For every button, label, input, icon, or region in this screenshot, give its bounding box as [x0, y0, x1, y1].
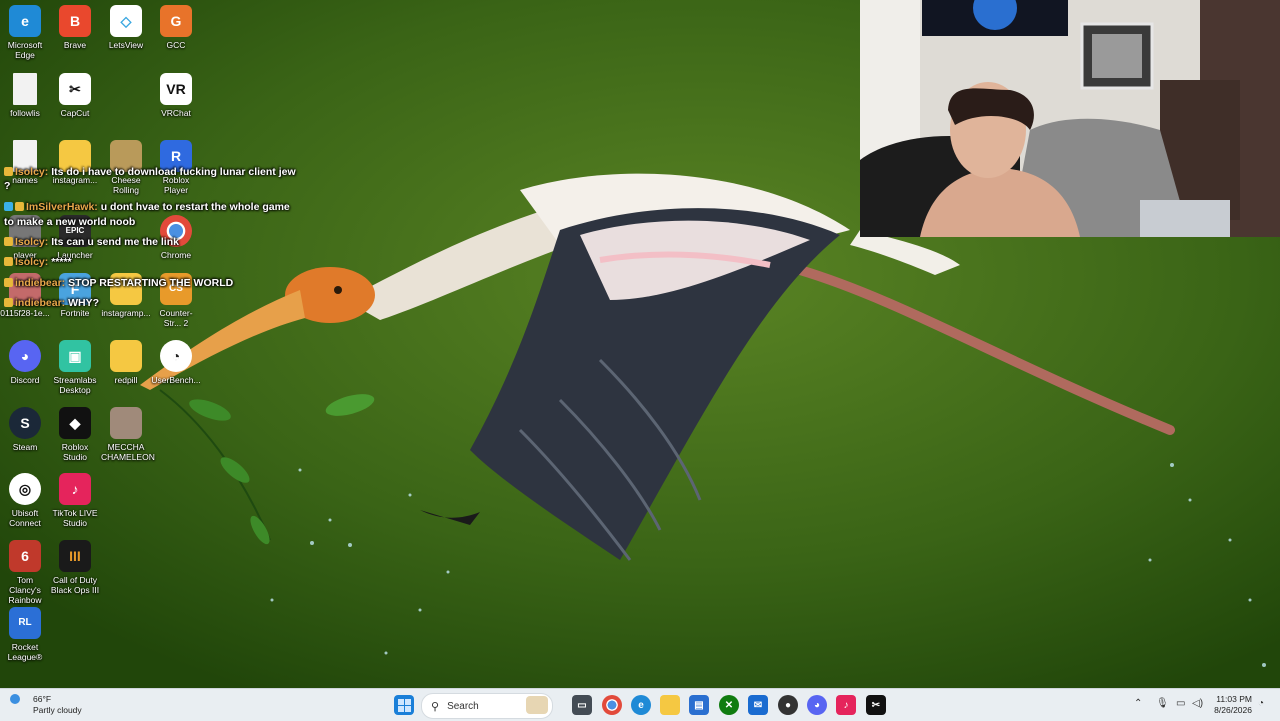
- text-file-icon: [13, 73, 37, 105]
- task-view-button[interactable]: ▭: [572, 695, 592, 715]
- weather-icon: [10, 694, 20, 704]
- chat-message-cont: ?: [4, 180, 11, 192]
- desktop-icon-brave[interactable]: B Brave: [50, 0, 100, 50]
- capcut-icon: ✂: [59, 73, 91, 105]
- desktop-icon-streamlabs[interactable]: ▣ Streamlabs Desktop: [50, 335, 100, 395]
- moderator-badge-icon: [4, 257, 13, 266]
- edge-icon: e: [9, 5, 41, 37]
- windows-icon: [397, 698, 411, 712]
- taskbar-chrome[interactable]: [602, 695, 622, 715]
- desktop-icon-ubisoft-connect[interactable]: ◎ Ubisoft Connect: [0, 468, 50, 528]
- folder-icon: [110, 340, 142, 372]
- search-highlight-icon: [526, 696, 548, 714]
- desktop-icon-meccha-chameleon[interactable]: MECCHA CHAMELEON: [101, 402, 155, 462]
- chat-message: indiebear: WHY?: [4, 297, 99, 309]
- taskbar-file-explorer[interactable]: [660, 695, 680, 715]
- desktop-icon-roblox-player[interactable]: R Roblox Player: [151, 135, 201, 195]
- app-icon: ●: [784, 699, 792, 711]
- desktop-icon-black-ops-3[interactable]: III Call of Duty Black Ops III: [50, 535, 100, 595]
- desktop-icon-fortnite[interactable]: F Fortnite: [50, 268, 100, 318]
- tiktok-icon: ♪: [843, 699, 849, 711]
- start-button[interactable]: [394, 695, 414, 715]
- desktop-icon-chrome[interactable]: Chrome: [151, 210, 201, 260]
- taskbar-capcut[interactable]: ✂: [866, 695, 886, 715]
- steam-icon: S: [9, 407, 41, 439]
- webcam-feed: [860, 0, 1280, 237]
- desktop-icon-edge[interactable]: e Microsoft Edge: [0, 0, 50, 60]
- chat-message: Isolcy: Its can u send me the link: [4, 236, 179, 248]
- chat-message: Isolcy: Its do i have to download fuckin…: [4, 166, 296, 178]
- desktop-icon-steam[interactable]: S Steam: [0, 402, 50, 452]
- vrchat-icon: VR: [160, 73, 192, 105]
- volume-icon[interactable]: ◁): [1192, 698, 1203, 709]
- desktop-icon-redpill[interactable]: redpill: [101, 335, 151, 385]
- moderator-badge-icon: [4, 237, 13, 246]
- desktop-icon-capcut[interactable]: ✂ CapCut: [50, 68, 100, 118]
- brave-icon: B: [59, 5, 91, 37]
- edge-icon: e: [638, 699, 644, 711]
- chat-message-cont: to make a new world noob: [4, 216, 136, 228]
- weather-widget[interactable]: 66°F Partly cloudy: [10, 694, 82, 715]
- notification-bell-icon[interactable]: ◔: [1258, 698, 1264, 709]
- discord-icon: ◕: [9, 340, 41, 372]
- chat-message: indiebear: STOP RESTARTING THE WORLD: [4, 277, 233, 289]
- microphone-icon[interactable]: 🎙: [1156, 698, 1169, 709]
- network-icon[interactable]: ▭: [1176, 698, 1185, 709]
- chat-message: Isolcy: *****: [4, 256, 72, 268]
- desktop-icon-cheese-rolling[interactable]: Cheese Rolling: [101, 135, 151, 195]
- taskbar-tiktok-live[interactable]: ♪: [836, 695, 856, 715]
- taskbar-store[interactable]: ▤: [689, 695, 709, 715]
- chat-message: ImSilverHawk: u dont hvae to restart the…: [4, 201, 290, 213]
- userbenchmark-icon: ◔: [160, 340, 192, 372]
- moderator-badge-icon: [4, 298, 13, 307]
- black-ops-icon: III: [59, 540, 91, 572]
- desktop-icon-roblox-studio[interactable]: ◆ Roblox Studio: [50, 402, 100, 462]
- moderator-badge-icon: [4, 278, 13, 287]
- clock[interactable]: 11:03 PM 8/26/2026: [1208, 694, 1252, 716]
- desktop-icon-image-file[interactable]: 0115f28-1e...: [0, 268, 50, 318]
- letsview-icon: ◇: [110, 5, 142, 37]
- streamlabs-icon: ▣: [59, 340, 91, 372]
- roblox-studio-icon: ◆: [59, 407, 91, 439]
- desktop-icon-userbenchmark[interactable]: ◔ UserBench...: [151, 335, 201, 385]
- capcut-icon: ✂: [871, 699, 881, 711]
- taskbar-discord[interactable]: ◕: [807, 695, 827, 715]
- meccha-chameleon-icon: [110, 407, 142, 439]
- desktop-icon-followlis[interactable]: followlis: [0, 68, 50, 118]
- webcam-image: [860, 0, 1280, 237]
- chevron-up-icon[interactable]: ⌃: [1134, 698, 1142, 709]
- desktop-icon-vrchat[interactable]: VR VRChat: [151, 68, 201, 118]
- ubisoft-icon: ◎: [9, 473, 41, 505]
- taskbar-xbox[interactable]: ✕: [719, 695, 739, 715]
- tiktok-icon: ♪: [59, 473, 91, 505]
- rocket-league-icon: RL: [9, 607, 41, 639]
- taskbar-outlook[interactable]: ✉: [748, 695, 768, 715]
- moderator-badge-icon: [4, 167, 13, 176]
- outlook-icon: ✉: [753, 699, 763, 711]
- gcc-icon: G: [160, 5, 192, 37]
- desktop-icon-gcc[interactable]: G GCC: [151, 0, 201, 50]
- taskbar-search[interactable]: ⚲ Search: [421, 693, 553, 719]
- discord-icon: ◕: [813, 699, 821, 711]
- xbox-icon: ✕: [724, 699, 734, 711]
- taskbar-app[interactable]: ●: [778, 695, 798, 715]
- desktop-icon-discord[interactable]: ◕ Discord: [0, 335, 50, 385]
- store-icon: ▤: [694, 699, 704, 711]
- search-icon: ⚲: [431, 700, 440, 713]
- taskbar-edge[interactable]: e: [631, 695, 651, 715]
- rainbow-six-icon: 6: [9, 540, 41, 572]
- verified-badge-icon: [4, 202, 13, 211]
- desktop-icon-rocket-league[interactable]: RL Rocket League®: [0, 602, 50, 662]
- subscriber-badge-icon: [15, 202, 24, 211]
- taskbar: 66°F Partly cloudy ⚲ Search ▭ e ▤ ✕ ✉ ● …: [0, 688, 1280, 721]
- desktop-icon-letsview[interactable]: ◇ LetsView: [101, 0, 151, 50]
- desktop-icon-tiktok-live[interactable]: ♪ TikTok LIVE Studio: [50, 468, 100, 528]
- desktop-icon-instagramp-folder[interactable]: instagramp...: [101, 268, 151, 318]
